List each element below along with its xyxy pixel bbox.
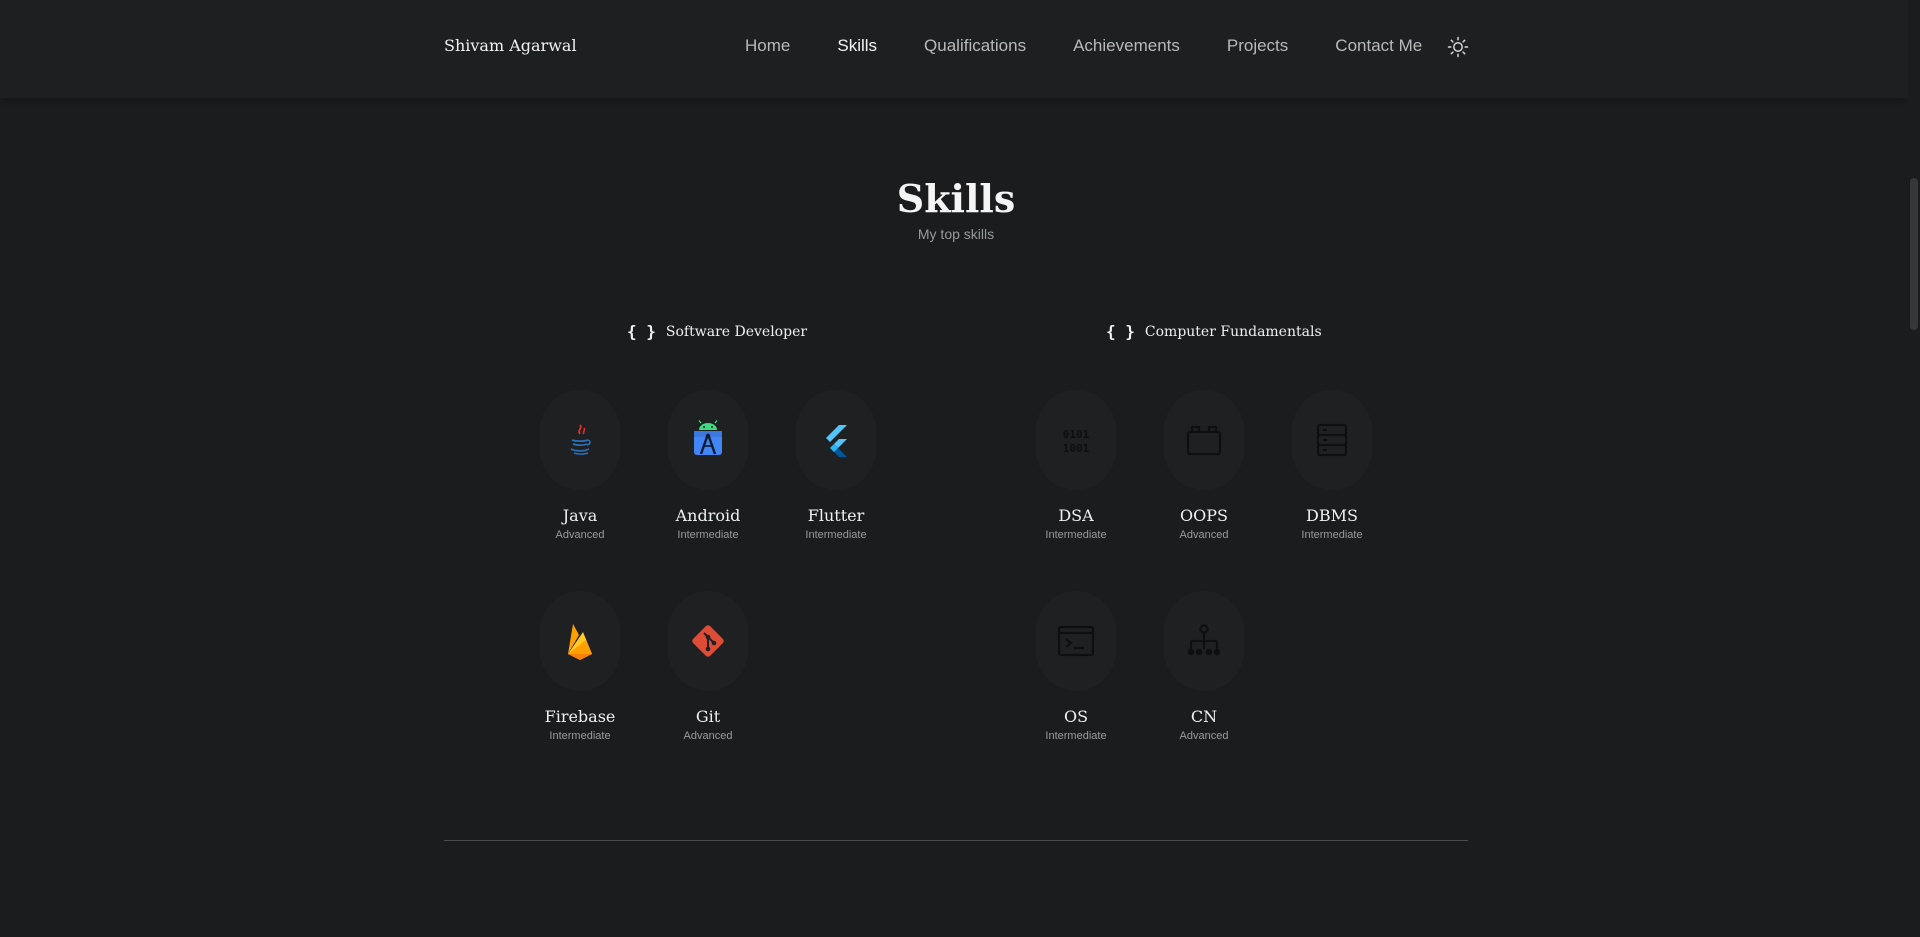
skill-level: Advanced (1179, 529, 1229, 541)
skill-os: OS Intermediate (1021, 591, 1131, 742)
firebase-icon (568, 624, 592, 660)
skill-firebase: Firebase Intermediate (525, 591, 635, 742)
skill-oops: OOPS Advanced (1149, 390, 1259, 541)
skill-level: Advanced (683, 730, 733, 742)
flutter-icon (826, 425, 847, 457)
box-icon (1186, 425, 1222, 456)
site-header: Shivam Agarwal Home Skills Qualification… (0, 0, 1908, 98)
nav-contact[interactable]: Contact Me (1335, 36, 1422, 56)
git-icon (692, 625, 724, 657)
skill-name: Flutter (807, 506, 865, 525)
category-title: Software Developer (665, 323, 808, 340)
skill-dsa: 0101 1001 DSA Intermediate (1021, 390, 1131, 541)
skill-dbms: DBMS Intermediate (1277, 390, 1387, 541)
sun-icon[interactable] (1447, 36, 1469, 58)
binary-icon: 0101 1001 (1063, 428, 1090, 455)
skill-icon-container (1164, 591, 1244, 691)
skill-level: Intermediate (1045, 529, 1107, 541)
skill-level: Intermediate (677, 529, 739, 541)
skill-level: Intermediate (805, 529, 867, 541)
skill-level: Intermediate (1045, 730, 1107, 742)
skill-icon-container (668, 591, 748, 691)
java-icon (570, 424, 591, 455)
skill-name: Git (695, 707, 721, 726)
skill-level: Intermediate (1301, 529, 1363, 541)
skill-level: Advanced (555, 529, 605, 541)
skill-name: OS (1063, 707, 1089, 726)
database-table-icon (1316, 423, 1348, 457)
terminal-icon (1057, 625, 1095, 657)
skill-icon-container: 0101 1001 (1036, 390, 1116, 490)
category-title: Computer Fundamentals (1144, 323, 1322, 340)
page-scrollbar[interactable] (1908, 0, 1920, 937)
skill-flutter: Flutter Intermediate (781, 390, 891, 541)
skill-name: Android (675, 506, 741, 525)
skill-cn: CN Advanced (1149, 591, 1259, 742)
skill-name: CN (1190, 707, 1218, 726)
skill-icon-container (1292, 390, 1372, 490)
network-icon (1187, 624, 1221, 656)
svg-text:0101: 0101 (1063, 428, 1090, 441)
scrollbar-thumb[interactable] (1910, 178, 1918, 330)
skill-icon-container (1164, 390, 1244, 490)
category-header-computer-fundamentals: { } Computer Fundamentals (1106, 322, 1322, 341)
svg-text:1001: 1001 (1063, 442, 1090, 455)
skill-icon-container (540, 390, 620, 490)
nav-skills[interactable]: Skills (837, 36, 877, 56)
skill-name: DBMS (1306, 506, 1358, 525)
section-title: Skills (896, 176, 1016, 221)
skill-icon-container (540, 591, 620, 691)
section-subtitle: My top skills (917, 226, 995, 242)
nav-projects[interactable]: Projects (1227, 36, 1288, 56)
nav-qualifications[interactable]: Qualifications (924, 36, 1026, 56)
nav-home[interactable]: Home (745, 36, 790, 56)
skill-name: DSA (1058, 506, 1094, 525)
skill-level: Advanced (1179, 730, 1229, 742)
braces-icon: { } (627, 322, 656, 341)
skill-java: Java Advanced (525, 390, 635, 541)
skill-icon-container (668, 390, 748, 490)
braces-icon: { } (1106, 322, 1135, 341)
skill-name: Firebase (544, 707, 616, 726)
android-studio-icon (694, 420, 722, 455)
skill-level: Intermediate (549, 730, 611, 742)
skill-git: Git Advanced (653, 591, 763, 742)
category-header-software-developer: { } Software Developer (627, 322, 807, 341)
skill-icon-container (1036, 591, 1116, 691)
skill-icon-container (796, 390, 876, 490)
site-logo[interactable]: Shivam Agarwal (444, 36, 577, 55)
skill-android: Android Intermediate (653, 390, 763, 541)
skill-name: OOPS (1180, 506, 1228, 525)
nav-achievements[interactable]: Achievements (1073, 36, 1180, 56)
skill-name: Java (562, 506, 598, 525)
section-divider (444, 840, 1468, 841)
main-nav: Home Skills Qualifications Achievements … (745, 36, 1469, 56)
